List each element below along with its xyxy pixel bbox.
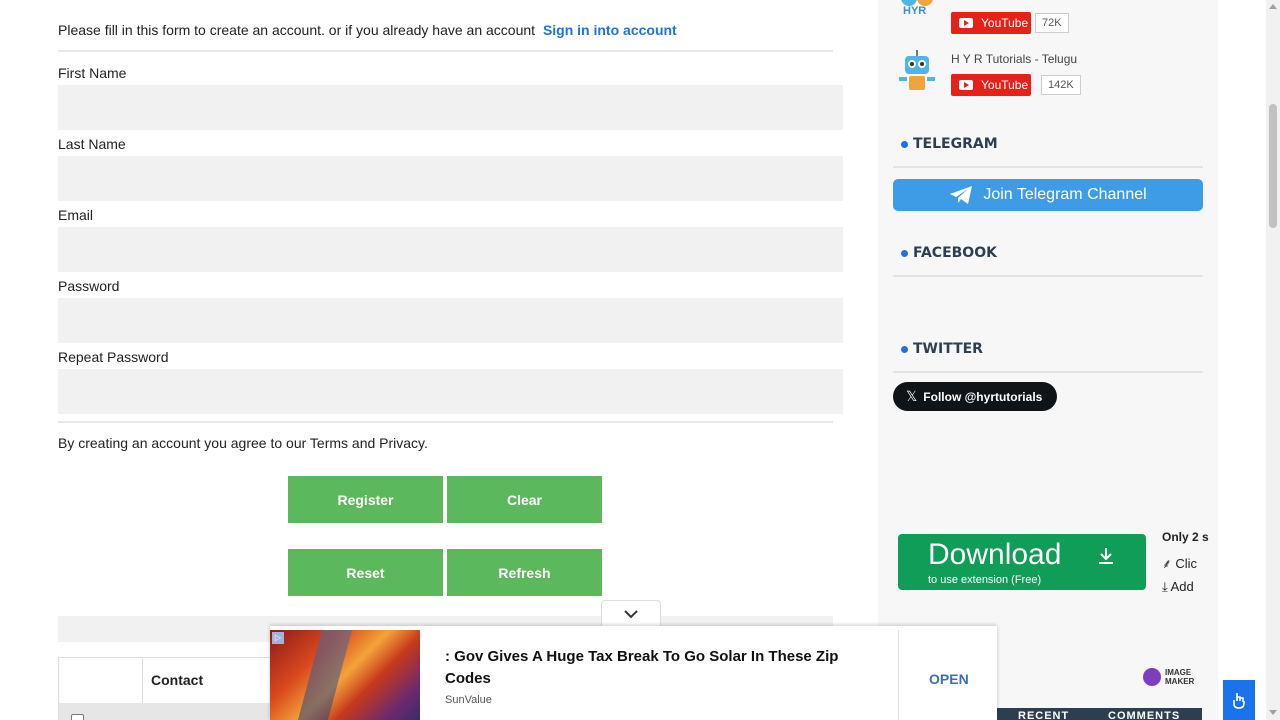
row-checkbox[interactable] <box>71 714 84 720</box>
hyr-logo-text: HYR <box>903 5 926 17</box>
bullet-icon <box>901 249 908 257</box>
ad-image <box>270 630 420 720</box>
youtube-play-icon <box>959 80 973 90</box>
twitter-title-text: TWITTER <box>913 341 983 357</box>
robot-logo <box>893 48 941 96</box>
image-maker-text-2: MAKER <box>1165 677 1195 686</box>
youtube-button-label: YouTube <box>981 16 1029 30</box>
divider <box>898 630 899 720</box>
intro-text: Please fill in this form to create an ac… <box>58 22 677 38</box>
last-name-label: Last Name <box>58 136 126 152</box>
youtube-subscribe-button[interactable]: YouTube <box>951 12 1031 34</box>
intro-text-label: Please fill in this form to create an ac… <box>58 22 536 38</box>
facebook-section-title: FACEBOOK <box>901 245 997 261</box>
ad-note-add: ⤓ Add <box>1162 579 1194 594</box>
contacts-table: Contact <box>58 657 278 720</box>
join-telegram-label: Join Telegram Channel <box>983 186 1147 203</box>
email-input[interactable] <box>58 227 843 272</box>
table-header-cell <box>59 658 143 703</box>
join-telegram-button[interactable]: Join Telegram Channel <box>893 179 1203 211</box>
twitter-follow-label: Follow @hyrtutorials <box>923 389 1043 404</box>
password-label: Password <box>58 278 120 294</box>
password-input[interactable] <box>58 298 843 343</box>
sidebar <box>878 0 1218 720</box>
repeat-password-input[interactable] <box>58 369 843 414</box>
recent-comments-tabs: RECENT COMMENTS <box>997 708 1202 720</box>
clear-button[interactable]: Clear <box>447 476 602 523</box>
facebook-title-text: FACEBOOK <box>913 245 997 261</box>
channel-name: H Y R Tutorials - Telugu <box>951 52 1078 66</box>
first-name-label: First Name <box>58 65 127 81</box>
refresh-button[interactable]: Refresh <box>447 549 602 596</box>
first-name-input[interactable] <box>58 85 843 130</box>
table-header-contact: Contact <box>151 672 204 688</box>
image-maker-icon <box>1143 668 1161 686</box>
ad-note-click: ⸙ Clic <box>1162 556 1198 571</box>
accessibility-button[interactable] <box>1223 680 1255 720</box>
youtube-play-icon <box>959 18 973 28</box>
telegram-section-title: TELEGRAM <box>901 136 998 152</box>
twitter-section-title: TWITTER <box>901 341 983 357</box>
divider <box>893 166 1203 168</box>
youtube-subscribe-button[interactable]: YouTube <box>951 74 1031 96</box>
telegram-title-text: TELEGRAM <box>913 136 998 152</box>
download-ad-button[interactable]: Download to use extension (Free) <box>898 534 1146 590</box>
chevron-down-icon <box>624 610 638 619</box>
twitter-follow-button[interactable]: 𝕏 Follow @hyrtutorials <box>893 382 1057 411</box>
download-small-icon: ⤓ <box>1162 579 1171 594</box>
divider <box>893 371 1203 373</box>
download-icon <box>1099 548 1113 564</box>
repeat-password-label: Repeat Password <box>58 349 169 365</box>
bullet-icon <box>901 140 908 148</box>
collapse-ad-button[interactable] <box>601 600 661 627</box>
tab-comments[interactable]: COMMENTS <box>1108 710 1180 720</box>
image-maker-text-1: IMAGE <box>1165 668 1192 677</box>
divider <box>58 421 833 423</box>
last-name-input[interactable] <box>58 156 843 201</box>
tab-recent[interactable]: RECENT <box>1018 710 1069 720</box>
ad-note: Only 2 s <box>1162 530 1209 544</box>
subscriber-count: 72K <box>1035 13 1069 33</box>
scroll-down-icon[interactable] <box>1269 710 1277 715</box>
hyr-logo: HYR <box>893 0 941 34</box>
reset-button[interactable]: Reset <box>288 549 443 596</box>
terms-text: By creating an account you agree to our … <box>58 435 428 451</box>
divider <box>893 275 1203 277</box>
ad-open-button[interactable]: OPEN <box>929 671 969 687</box>
download-ad-title: Download <box>928 538 1062 571</box>
bottom-ad-banner[interactable]: ▷ : Gov Gives A Huge Tax Break To Go Sol… <box>270 626 997 720</box>
x-logo-icon: 𝕏 <box>906 388 918 404</box>
divider <box>58 50 833 52</box>
email-label: Email <box>58 207 94 223</box>
table-row <box>59 703 277 720</box>
subscriber-count: 142K <box>1041 75 1081 95</box>
hand-pointer-icon <box>1233 693 1245 709</box>
page-scrollbar[interactable] <box>1266 0 1280 720</box>
scrollbar-thumb[interactable] <box>1269 104 1277 228</box>
image-maker-logo: IMAGE MAKER <box>1143 668 1194 686</box>
cursor-icon: ⸙ <box>1162 556 1176 571</box>
ad-source: SunValue <box>445 694 492 706</box>
bullet-icon <box>901 345 908 353</box>
register-button[interactable]: Register <box>288 476 443 523</box>
scroll-up-icon[interactable] <box>1269 4 1277 9</box>
youtube-button-label: YouTube <box>981 78 1029 92</box>
signin-link[interactable]: Sign in into account <box>543 22 677 38</box>
telegram-icon <box>950 186 973 204</box>
download-ad-subtitle: to use extension (Free) <box>928 574 1042 586</box>
ad-choices-icon[interactable]: ▷ <box>272 632 284 644</box>
ad-headline[interactable]: : Gov Gives A Huge Tax Break To Go Solar… <box>445 646 865 690</box>
